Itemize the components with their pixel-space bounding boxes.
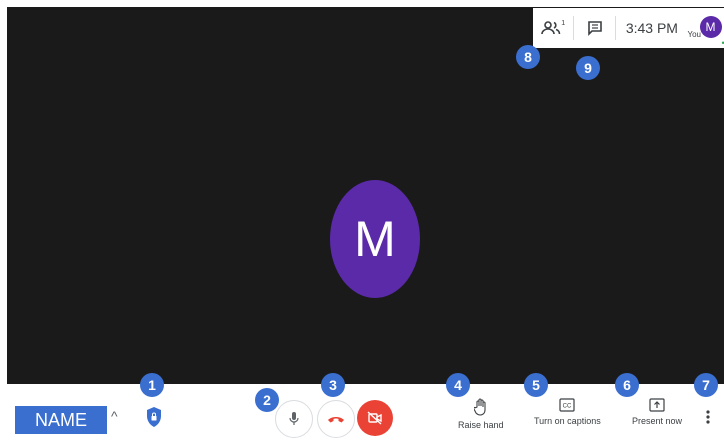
raise-hand-button[interactable]: Raise hand bbox=[458, 398, 504, 430]
captions-label: Turn on captions bbox=[534, 416, 601, 426]
self-label: You bbox=[687, 30, 702, 39]
microphone-icon bbox=[289, 412, 299, 425]
annotation-badge-5: 5 bbox=[524, 373, 548, 397]
annotation-badge-8: 8 bbox=[516, 45, 540, 69]
captions-button[interactable]: CC Turn on captions bbox=[534, 398, 601, 426]
more-options-icon[interactable] bbox=[702, 406, 714, 428]
annotation-badge-3: 3 bbox=[321, 373, 345, 397]
meeting-name[interactable]: NAME bbox=[15, 406, 107, 434]
people-button[interactable]: 1 bbox=[533, 8, 573, 48]
video-stage: M bbox=[7, 7, 724, 384]
present-button[interactable]: Present now bbox=[632, 398, 682, 426]
participant-avatar: M bbox=[330, 180, 420, 298]
annotation-badge-6: 6 bbox=[615, 373, 639, 397]
bottom-bar: NAME ^ Raise hand CC Turn on captions Pr… bbox=[0, 384, 724, 441]
chevron-up-icon[interactable]: ^ bbox=[111, 408, 118, 424]
annotation-badge-7: 7 bbox=[694, 373, 718, 397]
shield-lock-icon[interactable] bbox=[145, 406, 163, 428]
leave-call-button[interactable] bbox=[317, 400, 355, 438]
closed-captions-icon: CC bbox=[559, 398, 575, 412]
annotation-badge-9: 9 bbox=[576, 56, 600, 80]
self-avatar: M bbox=[699, 16, 722, 38]
microphone-button[interactable] bbox=[275, 400, 313, 438]
camera-button[interactable] bbox=[357, 400, 393, 436]
chat-button[interactable] bbox=[574, 8, 614, 48]
top-bar: 1 3:43 PM You M ••• bbox=[533, 8, 724, 48]
annotation-badge-1: 1 bbox=[140, 373, 164, 397]
camera-off-icon bbox=[367, 411, 382, 425]
people-icon bbox=[541, 21, 561, 35]
annotation-badge-4: 4 bbox=[446, 373, 470, 397]
divider bbox=[614, 16, 616, 40]
people-count: 1 bbox=[561, 19, 566, 27]
chat-icon bbox=[587, 21, 602, 36]
self-view[interactable]: You M ••• bbox=[686, 8, 724, 48]
hand-icon bbox=[473, 398, 486, 416]
present-screen-icon bbox=[649, 398, 665, 412]
present-label: Present now bbox=[632, 416, 683, 426]
annotation-badge-2: 2 bbox=[255, 388, 279, 412]
raise-hand-label: Raise hand bbox=[458, 420, 504, 430]
clock: 3:43 PM bbox=[625, 20, 678, 36]
svg-text:CC: CC bbox=[563, 404, 572, 410]
hang-up-icon bbox=[328, 417, 344, 423]
